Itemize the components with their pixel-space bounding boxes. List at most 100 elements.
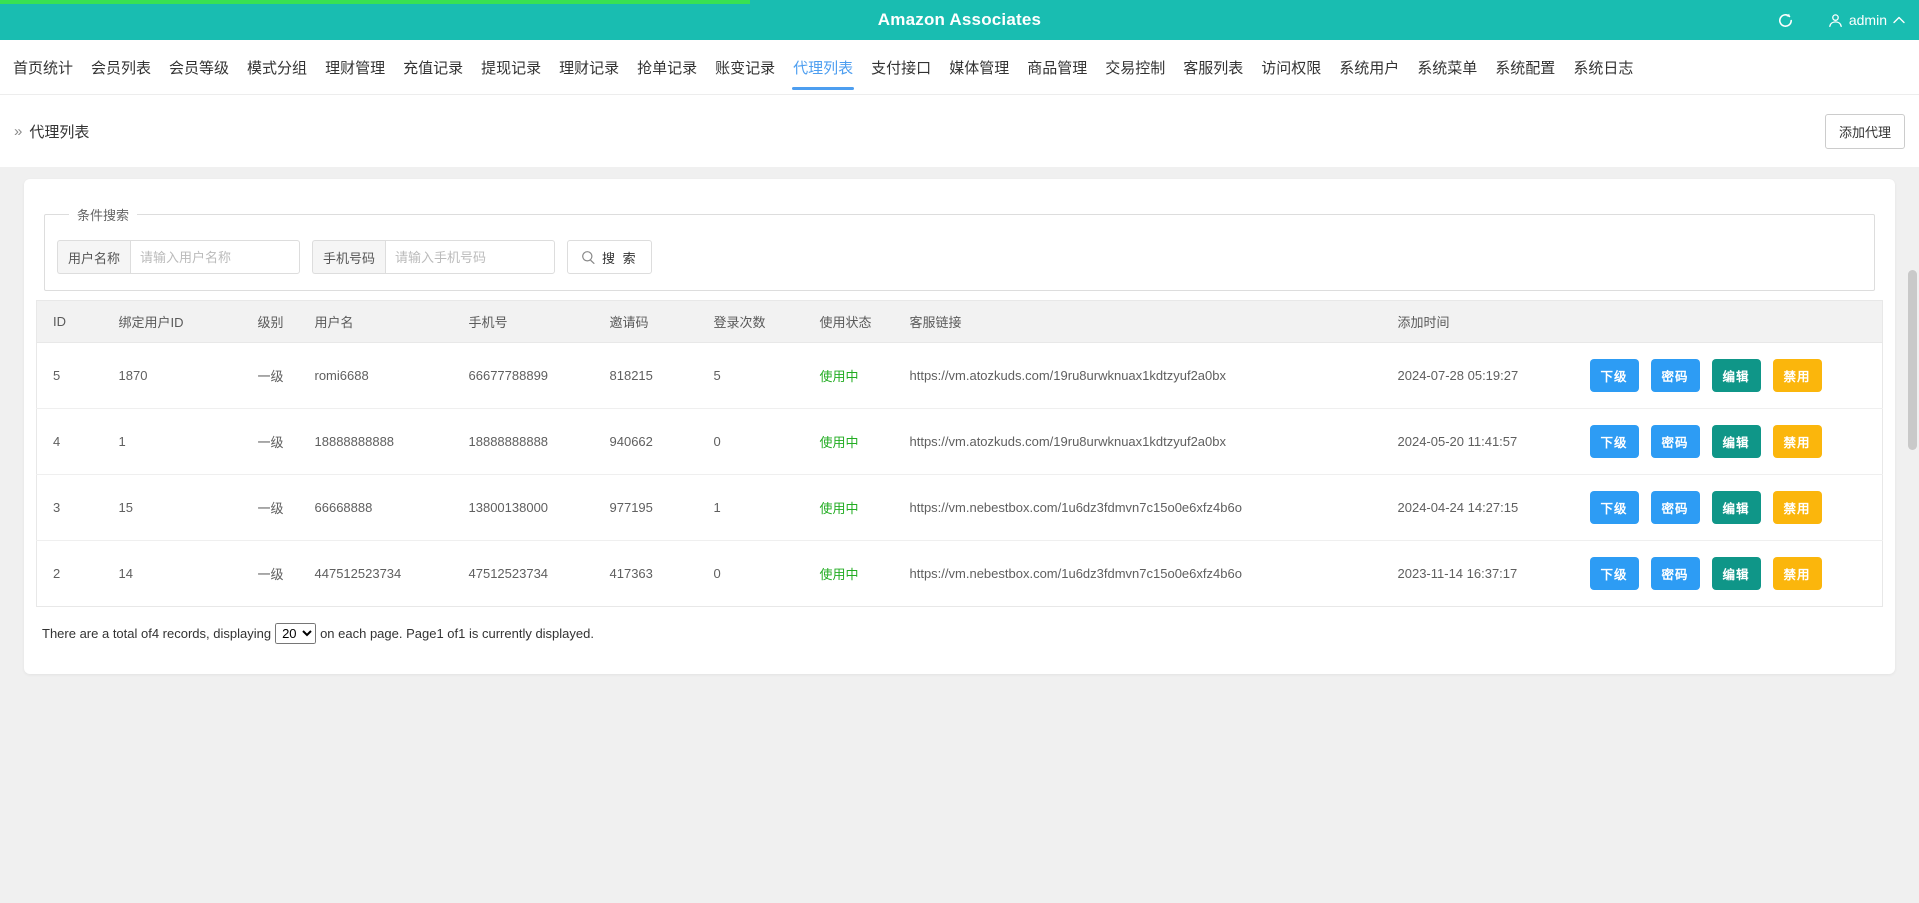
column-header-0: ID <box>36 300 103 343</box>
cell-id: 4 <box>36 408 103 475</box>
user-menu[interactable]: admin <box>1828 12 1905 28</box>
edit-button[interactable]: 编辑 <box>1711 491 1761 524</box>
disable-button[interactable]: 禁用 <box>1772 557 1822 590</box>
nav-item-7[interactable]: 理财记录 <box>550 40 628 95</box>
cell-actions: 下级 密码 编辑 禁用 <box>1573 540 1883 607</box>
cell-username: 66668888 <box>298 474 453 541</box>
disable-button[interactable]: 禁用 <box>1772 425 1822 458</box>
password-button[interactable]: 密码 <box>1650 425 1700 458</box>
nav-item-15[interactable]: 客服列表 <box>1174 40 1252 95</box>
refresh-icon[interactable] <box>1777 12 1794 29</box>
page-size-select[interactable]: 20 <box>275 623 317 644</box>
cell-bind_id: 1870 <box>102 342 242 409</box>
cell-status: 使用中 <box>803 342 894 409</box>
subordinate-button[interactable]: 下级 <box>1589 425 1639 458</box>
password-button[interactable]: 密码 <box>1650 557 1700 590</box>
cell-link: https://vm.atozkuds.com/19ru8urwknuax1kd… <box>893 342 1382 409</box>
nav-item-0[interactable]: 首页统计 <box>4 40 82 95</box>
cell-phone: 47512523734 <box>452 540 594 607</box>
scrollbar-thumb[interactable] <box>1908 270 1917 450</box>
cell-level: 一级 <box>241 474 299 541</box>
breadcrumb: » 代理列表 <box>14 121 89 142</box>
table-row: 4 1 一级 18888888888 18888888888 940662 0 使用中 http… <box>36 408 1883 475</box>
cell-actions: 下级 密码 编辑 禁用 <box>1573 408 1883 475</box>
nav-item-11[interactable]: 支付接口 <box>862 40 940 95</box>
nav-item-16[interactable]: 访问权限 <box>1252 40 1330 95</box>
column-header-7: 使用状态 <box>803 300 894 343</box>
nav-item-20[interactable]: 系统日志 <box>1564 40 1642 95</box>
nav-item-2[interactable]: 会员等级 <box>160 40 238 95</box>
username: admin <box>1848 12 1887 28</box>
table-row: 2 14 一级 447512523734 47512523734 417363 0 使用中 ht… <box>36 540 1883 607</box>
nav-item-9[interactable]: 账变记录 <box>706 40 784 95</box>
subordinate-button[interactable]: 下级 <box>1589 359 1639 392</box>
top-bar: Amazon Associates admin <box>0 0 1919 40</box>
edit-button[interactable]: 编辑 <box>1711 425 1761 458</box>
table-row: 3 15 一级 66668888 13800138000 977195 1 使用中 https:… <box>36 474 1883 541</box>
username-field-label: 用户名称 <box>57 240 131 274</box>
cell-id: 2 <box>36 540 103 607</box>
nav-item-4[interactable]: 理财管理 <box>316 40 394 95</box>
cell-status: 使用中 <box>803 408 894 475</box>
cell-phone: 18888888888 <box>452 408 594 475</box>
cell-logins: 1 <box>697 474 804 541</box>
cell-bind_id: 1 <box>102 408 242 475</box>
cell-invite: 977195 <box>593 474 698 541</box>
nav-item-17[interactable]: 系统用户 <box>1330 40 1408 95</box>
column-header-5: 邀请码 <box>593 300 698 343</box>
column-header-6: 登录次数 <box>697 300 804 343</box>
cell-level: 一级 <box>241 408 299 475</box>
search-panel: 条件搜索 用户名称 手机号码 搜 索 <box>44 205 1875 291</box>
edit-button[interactable]: 编辑 <box>1711 557 1761 590</box>
password-button[interactable]: 密码 <box>1650 359 1700 392</box>
cell-bind_id: 14 <box>102 540 242 607</box>
pagination-suffix: on each page. Page1 of1 is currently dis… <box>320 626 594 641</box>
cell-invite: 417363 <box>593 540 698 607</box>
agent-list-card: 条件搜索 用户名称 手机号码 搜 索 <box>24 179 1895 674</box>
nav-item-5[interactable]: 充值记录 <box>394 40 472 95</box>
cell-logins: 0 <box>697 408 804 475</box>
nav-item-18[interactable]: 系统菜单 <box>1408 40 1486 95</box>
nav-item-10[interactable]: 代理列表 <box>784 40 862 95</box>
cell-actions: 下级 密码 编辑 禁用 <box>1573 474 1883 541</box>
subordinate-button[interactable]: 下级 <box>1589 491 1639 524</box>
disable-button[interactable]: 禁用 <box>1772 491 1822 524</box>
nav-item-6[interactable]: 提现记录 <box>472 40 550 95</box>
cell-time: 2024-05-20 11:41:57 <box>1381 408 1574 475</box>
search-row: 用户名称 手机号码 搜 索 <box>57 240 1862 274</box>
password-button[interactable]: 密码 <box>1650 491 1700 524</box>
nav-item-19[interactable]: 系统配置 <box>1486 40 1564 95</box>
search-icon <box>581 250 596 265</box>
cell-id: 3 <box>36 474 103 541</box>
cell-logins: 0 <box>697 540 804 607</box>
edit-button[interactable]: 编辑 <box>1711 359 1761 392</box>
nav-item-13[interactable]: 商品管理 <box>1018 40 1096 95</box>
phone-input[interactable] <box>385 240 556 274</box>
breadcrumb-arrow-icon: » <box>14 122 23 140</box>
column-header-9: 添加时间 <box>1381 300 1574 343</box>
cell-username: romi6688 <box>298 342 453 409</box>
add-agent-button[interactable]: 添加代理 <box>1824 113 1905 149</box>
cell-status: 使用中 <box>803 474 894 541</box>
column-header-2: 级别 <box>241 300 299 343</box>
search-button[interactable]: 搜 索 <box>567 240 652 274</box>
column-header-4: 手机号 <box>452 300 594 343</box>
table-header-row: ID 绑定用户ID 级别 用户名 手机号 邀请码 登录次数 使用状态 客服链接 添加时间 <box>36 300 1883 343</box>
nav-item-3[interactable]: 模式分组 <box>238 40 316 95</box>
column-header-10 <box>1573 300 1883 343</box>
cell-link: https://vm.nebestbox.com/1u6dz3fdmvn7c15… <box>893 474 1382 541</box>
content-area: 条件搜索 用户名称 手机号码 搜 索 <box>0 167 1919 674</box>
main-nav: 首页统计 会员列表 会员等级 模式分组 理财管理 充值记录 提现记录 理财记录 抢单记录 账变记录… <box>0 40 1919 95</box>
cell-bind_id: 15 <box>102 474 242 541</box>
search-panel-legend: 条件搜索 <box>77 208 130 223</box>
nav-item-8[interactable]: 抢单记录 <box>628 40 706 95</box>
username-input[interactable] <box>130 240 301 274</box>
nav-item-1[interactable]: 会员列表 <box>82 40 160 95</box>
nav-item-12[interactable]: 媒体管理 <box>940 40 1018 95</box>
pagination-prefix: There are a total of4 records, displayin… <box>42 626 272 641</box>
app-title: Amazon Associates <box>877 10 1042 29</box>
column-header-3: 用户名 <box>298 300 453 343</box>
subordinate-button[interactable]: 下级 <box>1589 557 1639 590</box>
disable-button[interactable]: 禁用 <box>1772 359 1822 392</box>
nav-item-14[interactable]: 交易控制 <box>1096 40 1174 95</box>
